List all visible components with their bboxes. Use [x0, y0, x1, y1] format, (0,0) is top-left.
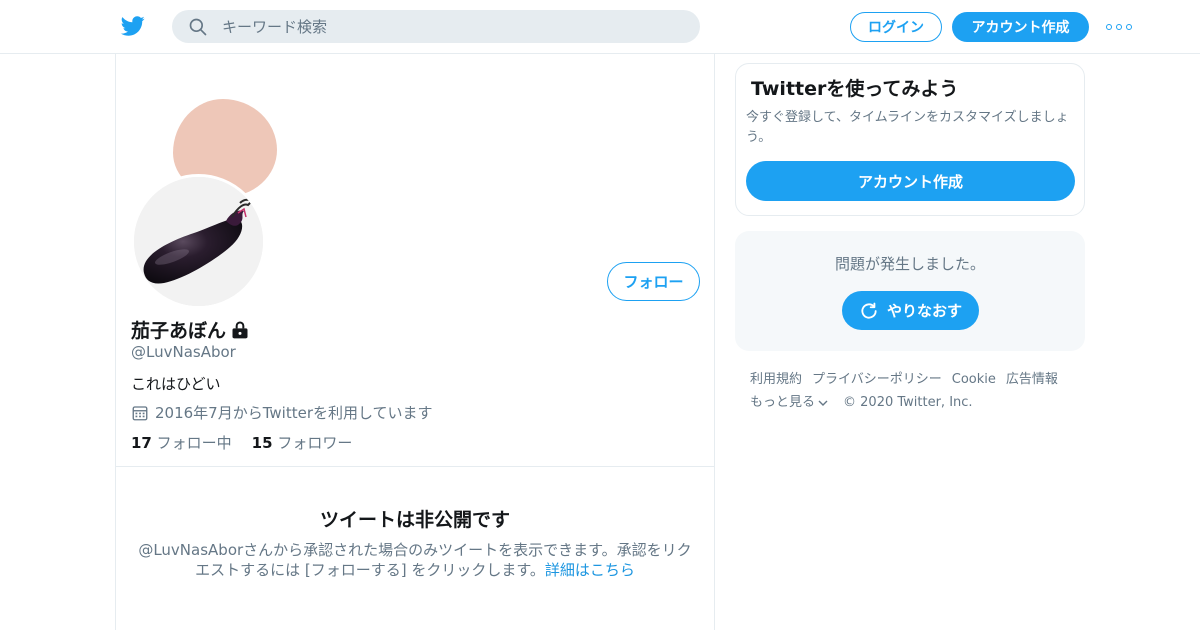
- display-name-text: 茄子あぼん: [131, 320, 227, 342]
- profile-handle: @LuvNasAbor: [131, 343, 236, 361]
- twitter-logo-icon[interactable]: [120, 14, 146, 38]
- footer-link-ads[interactable]: 広告情報: [1006, 368, 1058, 391]
- followers-count: 15: [251, 434, 273, 452]
- join-date-text: 2016年7月からTwitterを利用しています: [155, 404, 433, 422]
- display-name: 茄子あぼん: [131, 316, 250, 343]
- follow-counts: 17 フォロー中 15 フォロワー: [131, 432, 352, 453]
- following-link[interactable]: 17 フォロー中: [131, 432, 232, 453]
- calendar-icon: [132, 405, 148, 420]
- footer-link-cookie[interactable]: Cookie: [952, 368, 996, 391]
- footer-link-privacy[interactable]: プライバシーポリシー: [812, 368, 942, 391]
- dot: [1106, 24, 1112, 30]
- profile-bio: これはひどい: [131, 375, 221, 393]
- copyright: © 2020 Twitter, Inc.: [843, 395, 973, 410]
- signup-button[interactable]: アカウント作成: [952, 12, 1089, 42]
- top-bar: ログイン アカウント作成: [0, 0, 1200, 54]
- private-tweets-message: @LuvNasAborさんから承認された場合のみツイートを表示できます。承認をリ…: [136, 540, 694, 580]
- footer-link-terms[interactable]: 利用規約: [750, 368, 802, 391]
- login-button[interactable]: ログイン: [850, 12, 942, 42]
- following-label: フォロー中: [156, 434, 232, 452]
- search-input[interactable]: [222, 10, 682, 43]
- retry-label: やりなおす: [886, 302, 962, 320]
- signup-card-text: 今すぐ登録して、タイムラインをカスタマイズしましょう。: [746, 110, 1069, 145]
- private-tweets-title: ツイートは非公開です: [319, 509, 510, 531]
- lock-icon: [232, 321, 248, 338]
- following-count: 17: [131, 434, 152, 452]
- signup-card-title: Twitterを使ってみよう: [751, 78, 959, 100]
- divider: [116, 466, 714, 467]
- followers-label: フォロワー: [277, 434, 353, 452]
- retry-button[interactable]: やりなおす: [842, 291, 979, 330]
- footer-links-row: 利用規約 プライバシーポリシー Cookie 広告情報: [750, 368, 1090, 391]
- chevron-down-icon: [818, 400, 828, 406]
- learn-more-link[interactable]: 詳細はこちら: [545, 561, 635, 579]
- search-box[interactable]: [172, 10, 700, 43]
- refresh-icon: [861, 302, 877, 319]
- signup-card: Twitterを使ってみよう 今すぐ登録して、タイムラインをカスタマイズしましょ…: [735, 63, 1085, 216]
- create-account-button[interactable]: アカウント作成: [746, 161, 1075, 201]
- footer-more-label: もっと見る: [750, 395, 816, 410]
- more-options-icon[interactable]: [1106, 18, 1132, 36]
- footer: 利用規約 プライバシーポリシー Cookie 広告情報 もっと見る © 2020…: [750, 368, 1090, 414]
- footer-second-row: もっと見る © 2020 Twitter, Inc.: [750, 391, 1090, 414]
- error-message: 問題が発生しました。: [834, 255, 985, 273]
- dot: [1116, 24, 1122, 30]
- search-icon: [189, 18, 207, 36]
- error-card: 問題が発生しました。 やりなおす: [735, 231, 1085, 351]
- followers-link[interactable]: 15 フォロワー: [252, 432, 353, 453]
- follow-button[interactable]: フォロー: [607, 262, 700, 301]
- dot: [1126, 24, 1132, 30]
- footer-more-link[interactable]: もっと見る: [750, 391, 829, 414]
- profile-column: フォロー 茄子あぼん @LuvNasAbor これはひどい 2016年7月からT…: [115, 54, 715, 630]
- avatar[interactable]: [131, 174, 266, 309]
- eggplant-image: [134, 177, 263, 306]
- join-date: 2016年7月からTwitterを利用しています: [131, 402, 433, 423]
